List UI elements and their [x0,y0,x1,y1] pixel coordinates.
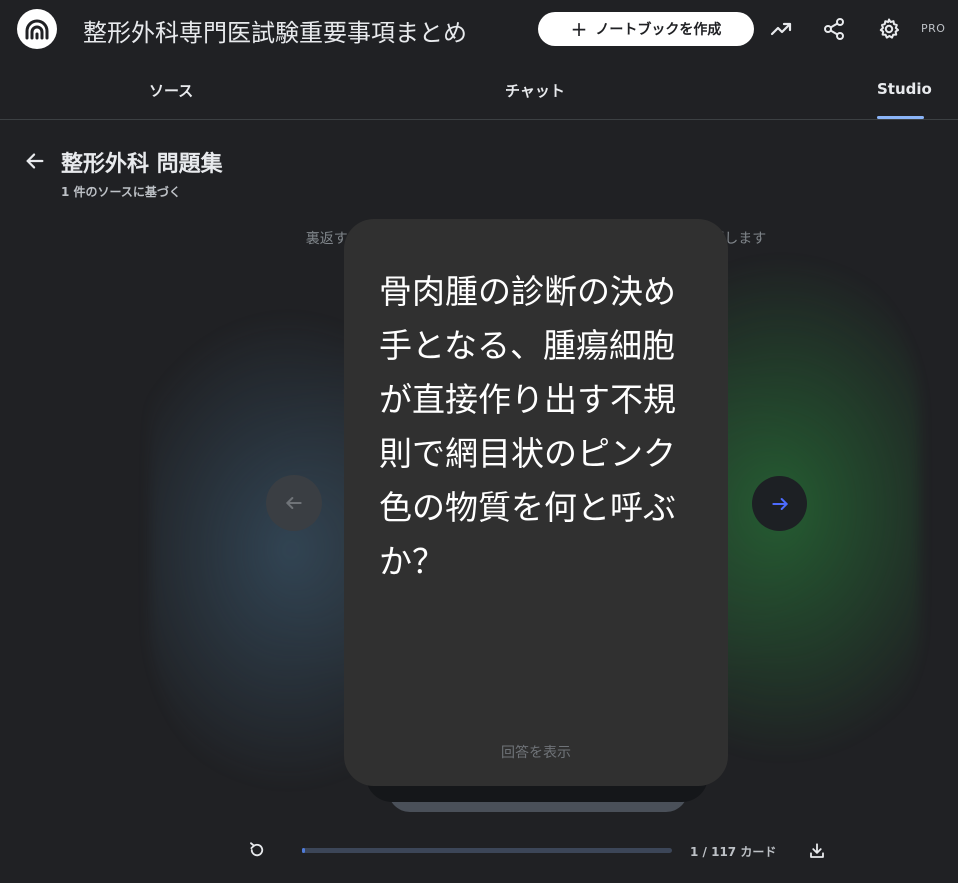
flashcard[interactable]: 骨肉腫の診断の決め手となる、腫瘍細胞が直接作り出す不規則で網目状のピンク色の物質… [344,219,728,786]
download-deck-button[interactable] [806,840,828,862]
deck-progress-fill [302,848,306,853]
next-card-button[interactable] [752,476,807,531]
card-counter: 1 / 117 カード [690,845,777,859]
source-count: 1 件のソースに基づく [61,185,181,199]
plus-icon: + [570,17,588,41]
tab-sources[interactable]: ソース [149,80,193,101]
previous-card-button[interactable] [266,475,322,531]
tab-chat[interactable]: チャット [505,80,565,101]
create-notebook-label: ノートブックを作成 [595,22,722,38]
download-icon [810,843,824,858]
gear-icon[interactable] [876,16,902,42]
share-icon[interactable] [821,16,847,42]
notebooklm-logo-icon[interactable] [17,9,57,49]
app-header: 整形外科専門医試験重要事項まとめ + ノートブックを作成 PRO [0,0,958,60]
arrow-left-icon [286,497,302,509]
notebook-title[interactable]: 整形外科専門医試験重要事項まとめ [83,13,467,48]
tab-bar: ソース チャット Studio [0,60,958,120]
show-answer-button[interactable]: 回答を表示 [344,742,728,762]
tab-studio[interactable]: Studio [877,80,932,98]
deck-progress-bar [302,848,672,853]
arrow-right-icon [771,497,788,510]
back-button[interactable] [22,148,48,174]
refresh-icon [250,842,264,857]
active-tab-indicator [877,116,924,119]
flashcard-question: 骨肉腫の診断の決め手となる、腫瘍細胞が直接作り出す不規則で網目状のピンク色の物質… [379,272,676,581]
trending-up-icon[interactable] [768,16,794,42]
arrow-left-icon [26,153,44,169]
page-title: 整形外科 問題集 [61,152,223,177]
restart-deck-button[interactable] [246,839,268,861]
pro-badge: PRO [921,22,946,35]
create-notebook-button[interactable]: + ノートブックを作成 [538,12,754,46]
